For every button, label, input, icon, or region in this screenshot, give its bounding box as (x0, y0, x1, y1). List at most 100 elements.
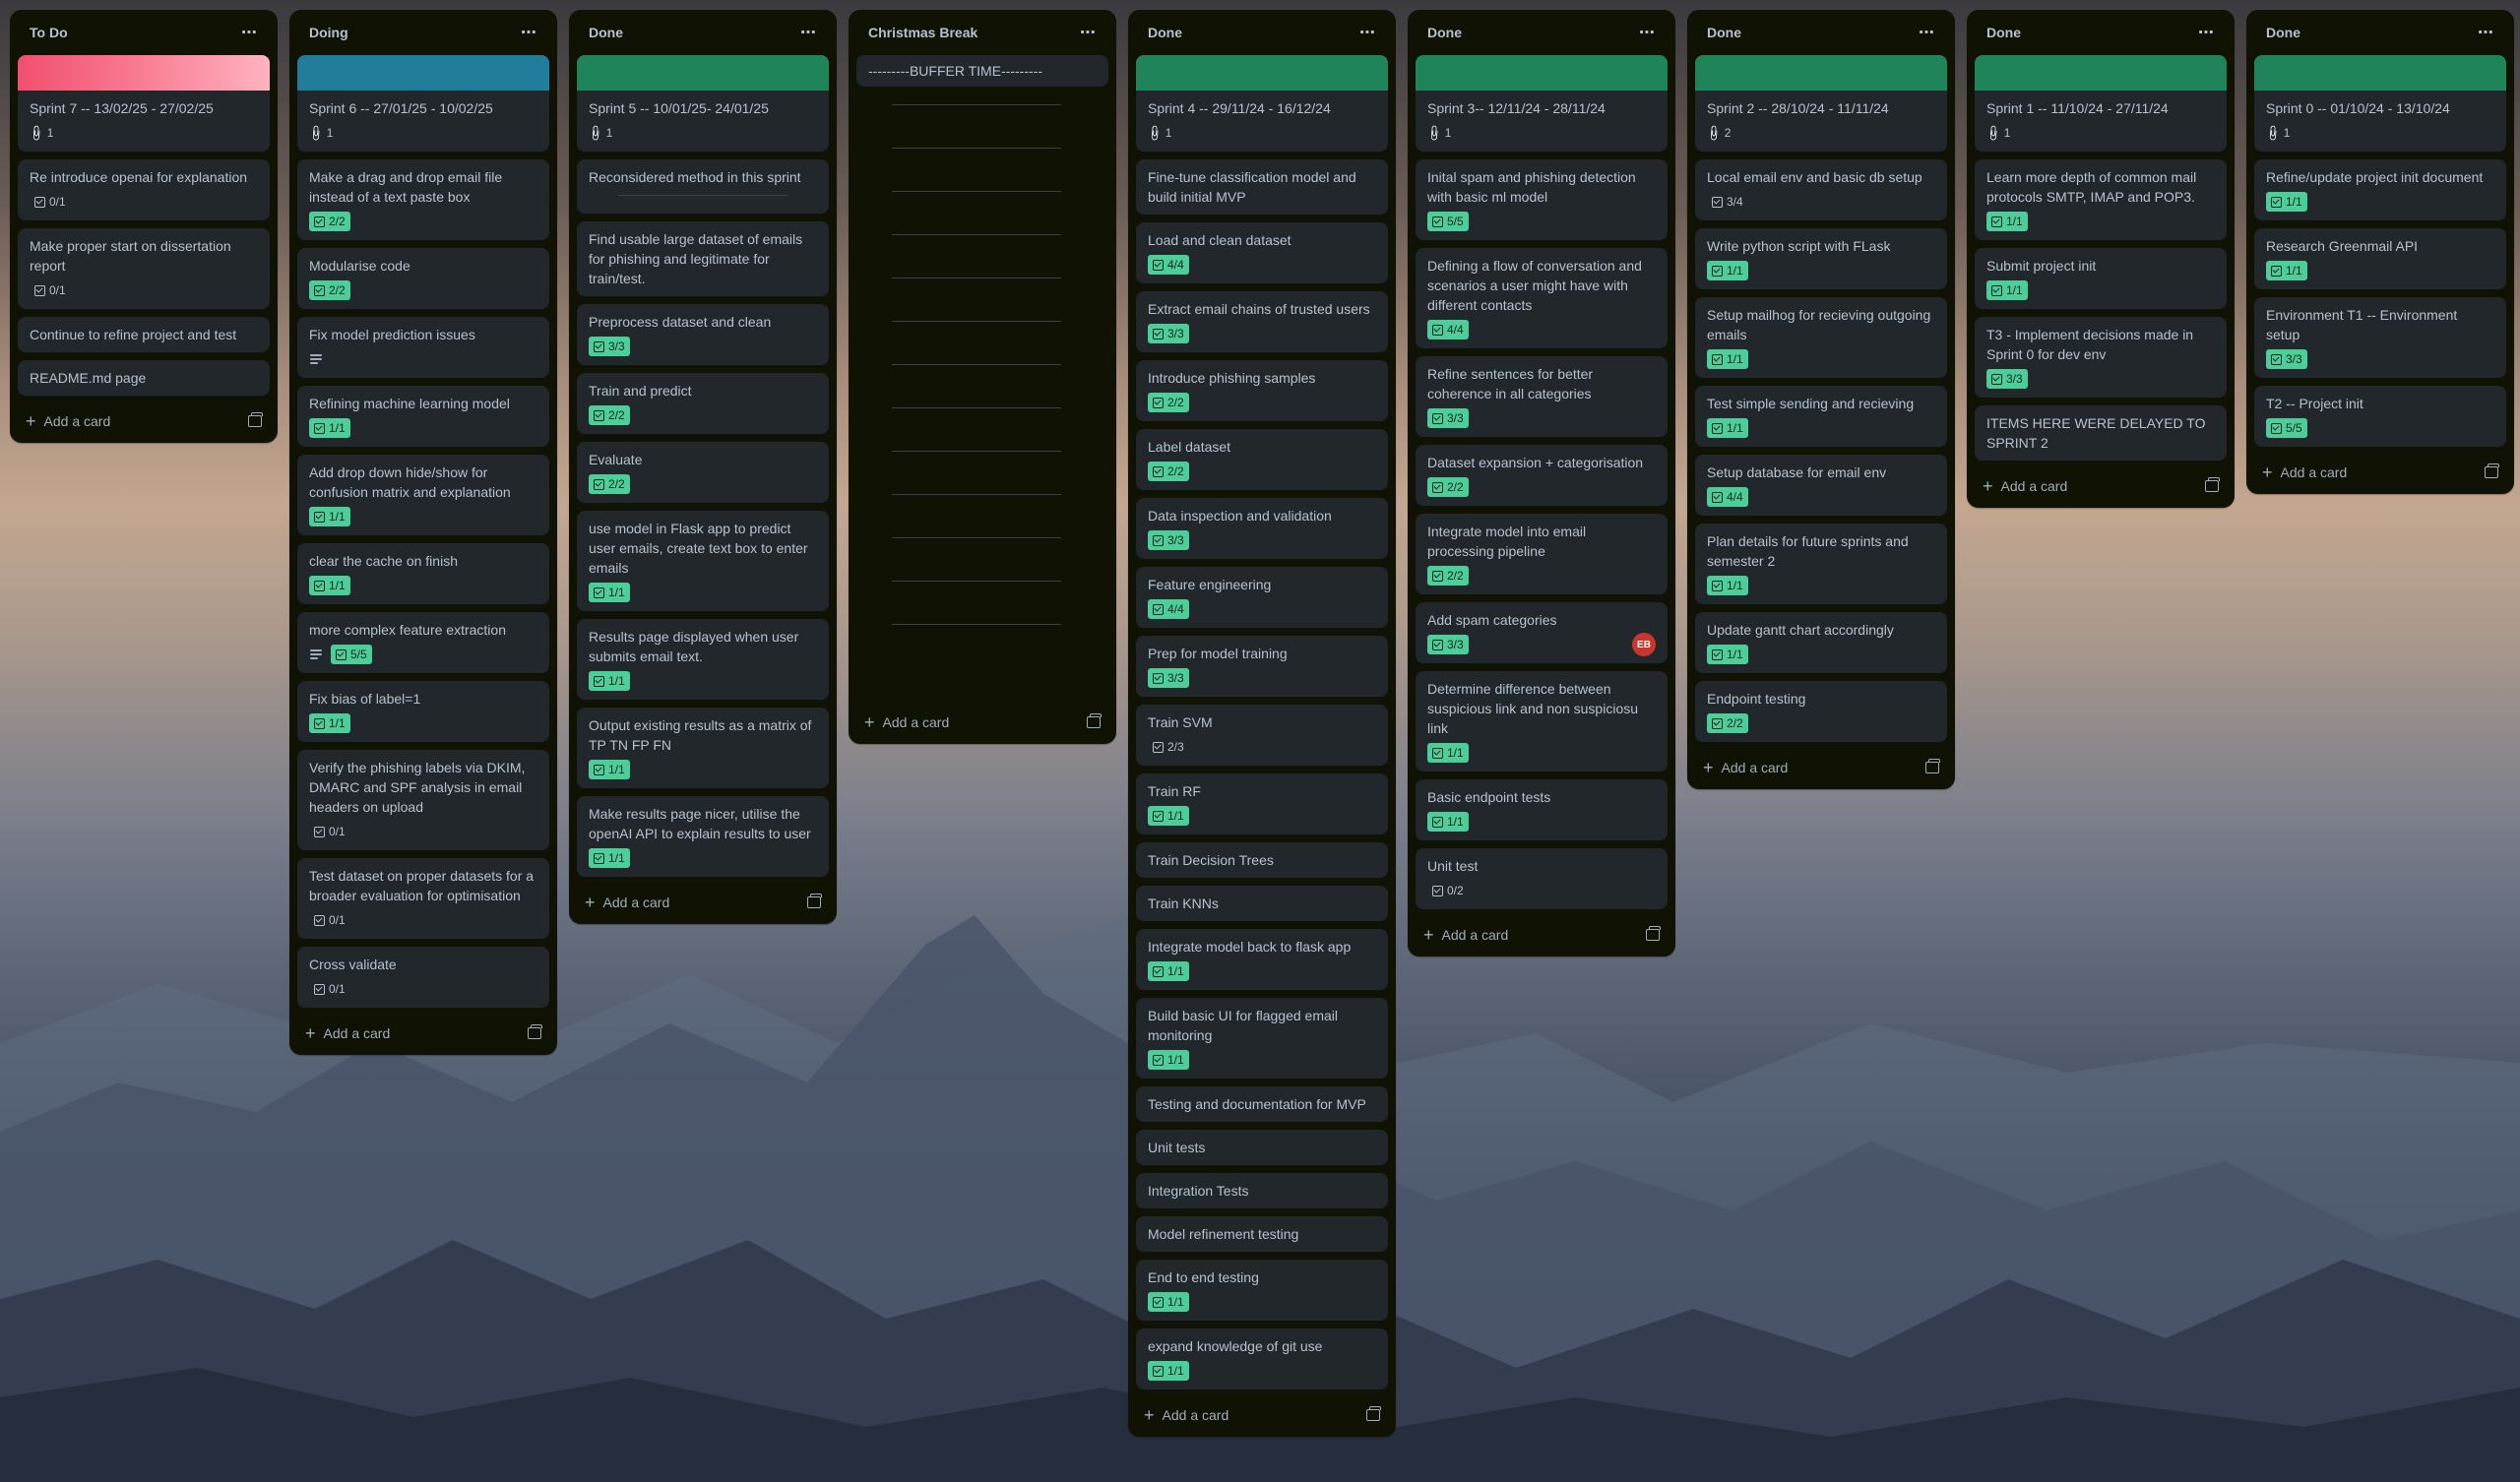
task-card[interactable]: README.md page (18, 360, 270, 396)
list-title[interactable]: Done (1986, 25, 2021, 40)
task-card[interactable]: Basic endpoint tests 1/1 (1416, 779, 1668, 840)
task-card[interactable]: Refine sentences for better coherence in… (1416, 356, 1668, 437)
list-title[interactable]: To Do (30, 25, 68, 40)
buffer-card[interactable]: ---------BUFFER TIME--------- (856, 55, 1108, 87)
task-card[interactable]: Update gantt chart accordingly 1/1 (1695, 612, 1947, 673)
list-menu-icon[interactable]: ⋯ (235, 21, 264, 44)
task-card[interactable]: Introduce phishing samples 2/2 (1136, 360, 1388, 421)
list-menu-icon[interactable]: ⋯ (1074, 21, 1102, 44)
task-card[interactable]: Modularise code 2/2 (297, 248, 549, 309)
task-card[interactable]: Label dataset 2/2 (1136, 429, 1388, 490)
task-card[interactable]: Integration Tests (1136, 1173, 1388, 1208)
add-card-button[interactable]: + Add a card (585, 894, 669, 911)
sprint-card[interactable]: Sprint 3-- 12/11/24 - 28/11/24 📎 1 (1416, 55, 1668, 152)
card-template-icon[interactable] (1925, 759, 1940, 773)
card-template-icon[interactable] (1087, 713, 1102, 728)
task-card[interactable]: more complex feature extraction 5/5 (297, 612, 549, 673)
task-card[interactable]: Write python script with FLask 1/1 (1695, 228, 1947, 289)
list-title[interactable]: Done (1427, 25, 1462, 40)
task-card[interactable]: Preprocess dataset and clean 3/3 (577, 304, 829, 365)
list-menu-icon[interactable]: ⋯ (1354, 21, 1382, 44)
task-card[interactable]: Fix model prediction issues (297, 317, 549, 378)
task-card[interactable]: Reconsidered method in this sprint (577, 159, 829, 214)
task-card[interactable]: Prep for model training 3/3 (1136, 636, 1388, 697)
task-card[interactable]: Output existing results as a matrix of T… (577, 708, 829, 788)
task-card[interactable]: expand knowledge of git use 1/1 (1136, 1328, 1388, 1389)
task-card[interactable]: Make a drag and drop email file instead … (297, 159, 549, 240)
task-card[interactable]: Results page displayed when user submits… (577, 619, 829, 700)
task-card[interactable]: Integrate model back to flask app 1/1 (1136, 929, 1388, 990)
list-menu-icon[interactable]: ⋯ (794, 21, 823, 44)
task-card[interactable]: Fix bias of label=1 1/1 (297, 681, 549, 742)
list-title[interactable]: Done (589, 25, 623, 40)
add-card-button[interactable]: + Add a card (1144, 1406, 1228, 1424)
task-card[interactable]: Refine/update project init document 1/1 (2254, 159, 2506, 220)
card-template-icon[interactable] (807, 894, 822, 908)
card-template-icon[interactable] (528, 1024, 542, 1039)
add-card-button[interactable]: + Add a card (26, 412, 110, 430)
sprint-card[interactable]: Sprint 1 -- 11/10/24 - 27/11/24 📎 1 (1975, 55, 2227, 152)
task-card[interactable]: Cross validate 0/1 (297, 947, 549, 1008)
member-avatar[interactable]: EB (1632, 633, 1656, 656)
list-title[interactable]: Done (1707, 25, 1741, 40)
task-card[interactable]: Testing and documentation for MVP (1136, 1086, 1388, 1122)
add-card-button[interactable]: + Add a card (864, 713, 949, 731)
list-title[interactable]: Done (2266, 25, 2300, 40)
card-template-icon[interactable] (2205, 477, 2220, 492)
sprint-card[interactable]: Sprint 5 -- 10/01/25- 24/01/25 📎 1 (577, 55, 829, 152)
task-card[interactable]: Feature engineering 4/4 (1136, 567, 1388, 628)
task-card[interactable]: Re introduce openai for explanation 0/1 (18, 159, 270, 220)
add-card-button[interactable]: + Add a card (1983, 477, 2067, 495)
task-card[interactable]: Unit tests (1136, 1130, 1388, 1165)
task-card[interactable]: Plan details for future sprints and seme… (1695, 524, 1947, 604)
task-card[interactable]: End to end testing 1/1 (1136, 1260, 1388, 1321)
task-card[interactable]: Evaluate 2/2 (577, 442, 829, 503)
task-card[interactable]: Verify the phishing labels via DKIM, DMA… (297, 750, 549, 850)
task-card[interactable]: Dataset expansion + categorisation 2/2 (1416, 445, 1668, 506)
task-card[interactable]: Train Decision Trees (1136, 842, 1388, 878)
task-card[interactable]: ITEMS HERE WERE DELAYED TO SPRINT 2 (1975, 405, 2227, 461)
task-card[interactable]: Setup database for email env 4/4 (1695, 455, 1947, 516)
task-card[interactable]: Train RF 1/1 (1136, 773, 1388, 834)
task-card[interactable]: Determine difference between suspicious … (1416, 671, 1668, 772)
add-card-button[interactable]: + Add a card (2262, 463, 2347, 481)
list-title[interactable]: Christmas Break (868, 25, 977, 40)
task-card[interactable]: Test dataset on proper datasets for a br… (297, 858, 549, 939)
task-card[interactable]: Fine-tune classification model and build… (1136, 159, 1388, 215)
task-card[interactable]: Defining a flow of conversation and scen… (1416, 248, 1668, 348)
sprint-card[interactable]: Sprint 0 -- 01/10/24 - 13/10/24 📎 1 (2254, 55, 2506, 152)
list-menu-icon[interactable]: ⋯ (1633, 21, 1662, 44)
task-card[interactable]: T3 - Implement decisions made in Sprint … (1975, 317, 2227, 398)
list-menu-icon[interactable]: ⋯ (2472, 21, 2500, 44)
task-card[interactable]: Add drop down hide/show for confusion ma… (297, 455, 549, 535)
list-menu-icon[interactable]: ⋯ (515, 21, 543, 44)
task-card[interactable]: Load and clean dataset 4/4 (1136, 222, 1388, 283)
list-menu-icon[interactable]: ⋯ (2192, 21, 2221, 44)
task-card[interactable]: Setup mailhog for recieving outgoing ema… (1695, 297, 1947, 378)
card-template-icon[interactable] (248, 412, 263, 427)
task-card[interactable]: Endpoint testing 2/2 (1695, 681, 1947, 742)
task-card[interactable]: Continue to refine project and test (18, 317, 270, 352)
list-title[interactable]: Doing (309, 25, 348, 40)
task-card[interactable]: Make results page nicer, utilise the ope… (577, 796, 829, 877)
sprint-card[interactable]: Sprint 7 -- 13/02/25 - 27/02/25 📎 1 (18, 55, 270, 152)
task-card[interactable]: clear the cache on finish 1/1 (297, 543, 549, 604)
task-card[interactable]: Unit test 0/2 (1416, 848, 1668, 909)
task-card[interactable]: Build basic UI for flagged email monitor… (1136, 998, 1388, 1079)
card-template-icon[interactable] (1366, 1406, 1381, 1421)
task-card[interactable]: Integrate model into email processing pi… (1416, 514, 1668, 594)
sprint-card[interactable]: Sprint 6 -- 27/01/25 - 10/02/25 📎 1 (297, 55, 549, 152)
task-card[interactable]: Train SVM 2/3 (1136, 705, 1388, 766)
task-card[interactable]: Find usable large dataset of emails for … (577, 221, 829, 296)
sprint-card[interactable]: Sprint 2 -- 28/10/24 - 11/11/24 📎 2 (1695, 55, 1947, 152)
task-card[interactable]: Train and predict 2/2 (577, 373, 829, 434)
task-card[interactable]: Make proper start on dissertation report… (18, 228, 270, 309)
task-card[interactable]: T2 -- Project init 5/5 (2254, 386, 2506, 447)
task-card[interactable]: Environment T1 -- Environment setup 3/3 (2254, 297, 2506, 378)
task-card[interactable]: Test simple sending and recieving 1/1 (1695, 386, 1947, 447)
task-card[interactable]: Inital spam and phishing detection with … (1416, 159, 1668, 240)
sprint-card[interactable]: Sprint 4 -- 29/11/24 - 16/12/24 📎 1 (1136, 55, 1388, 152)
task-card[interactable]: Refining machine learning model 1/1 (297, 386, 549, 447)
card-template-icon[interactable] (2485, 463, 2499, 478)
task-card[interactable]: Data inspection and validation 3/3 (1136, 498, 1388, 559)
